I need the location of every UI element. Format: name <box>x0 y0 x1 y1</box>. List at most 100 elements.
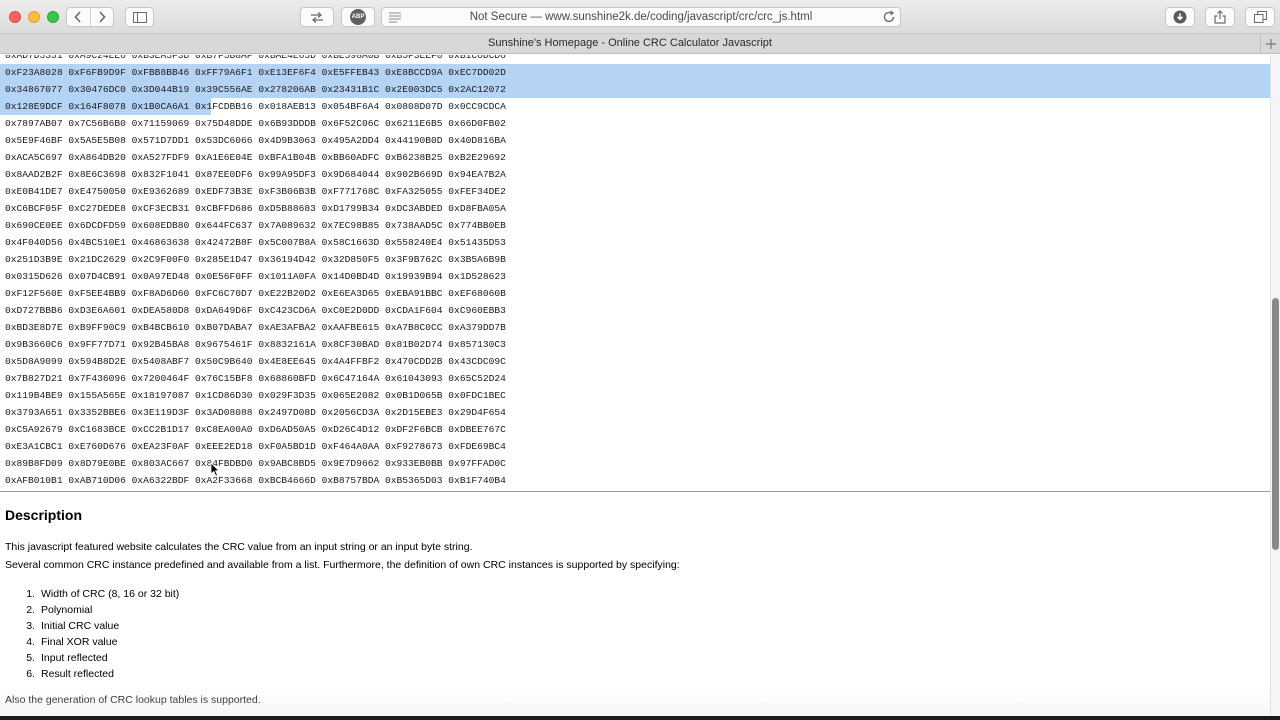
feature-list: 1. Width of CRC (8, 16 or 32 bit) 2. Polyn… <box>0 586 179 682</box>
plus-icon <box>1265 39 1276 49</box>
table-row-values: 0xE3A1CBC1 0xE760D676 0xEA23F0AF 0xEEE2E… <box>5 441 506 452</box>
table-row-values: 0x34867077 0x30476DC0 0x3D044B19 0x39C55… <box>5 84 506 95</box>
list-item: 5. Input reflected <box>0 650 179 666</box>
table-row: 0x7B827D21 0x7F436096 0x7200464F 0x76C15… <box>0 370 1270 387</box>
url-text: Not Secure — www.sunshine2k.de/coding/ja… <box>469 11 813 23</box>
table-row-values: 0xC5A92679 0xC1683BCE 0xCC2B1D17 0xC8EA0… <box>5 424 506 435</box>
table-row-values: 0x0315D626 0x07D4CB91 0x0A97ED48 0x0E56F… <box>5 271 506 282</box>
minimize-window-button[interactable] <box>28 11 40 23</box>
list-number: 2. <box>26 604 35 616</box>
list-number: 6. <box>26 668 35 680</box>
tab-bar: Sunshine's Homepage - Online CRC Calcula… <box>0 34 1280 54</box>
table-row: 0xC5A92679 0xC1683BCE 0xCC2B1D17 0xC8EA0… <box>0 421 1270 438</box>
back-button[interactable] <box>67 8 90 26</box>
reload-icon[interactable] <box>882 10 896 24</box>
table-row: 0x8AAD2B2F 0x8E6C3698 0x832F1041 0x87EE0… <box>0 166 1270 183</box>
tabs-icon <box>1253 11 1267 23</box>
maximize-window-button[interactable] <box>47 11 59 23</box>
address-bar[interactable]: Not Secure — www.sunshine2k.de/coding/ja… <box>381 7 901 27</box>
chevron-left-icon <box>74 11 82 23</box>
table-row-values: 0xBD3E8D7E 0xB9FF90C9 0xB4BCB610 0xB07DA… <box>5 322 506 333</box>
table-row-values: 0xF12F560E 0xF5EE4BB9 0xF8AD6D60 0xFC6C7… <box>5 288 506 299</box>
table-row: 0x128E9DCF 0x164F8078 0x1B0CA6A1 0x1FCDB… <box>0 98 1270 115</box>
tabs-overview-button[interactable] <box>1245 7 1275 27</box>
list-label: Result reflected <box>41 668 114 680</box>
share-icon <box>1214 10 1226 24</box>
forward-button[interactable] <box>89 8 113 26</box>
table-row-values: 0x7897AB07 0x7C56B6B0 0x71159069 0x75D48… <box>5 118 506 129</box>
description-paragraph: Also the generation of CRC lookup tables… <box>5 694 261 706</box>
table-row-values: 0x7B827D21 0x7F436096 0x7200464F 0x76C15… <box>5 373 506 384</box>
list-label: Polynomial <box>41 604 93 616</box>
table-row: 0xBD3E8D7E 0xB9FF90C9 0xB4BCB610 0xB07DA… <box>0 319 1270 336</box>
table-row-values: 0x89B8FD09 0x8D79E0BE 0x803AC667 0x84FBD… <box>5 458 506 469</box>
table-row-values: 0x8AAD2B2F 0x8E6C3698 0x832F1041 0x87EE0… <box>5 169 506 180</box>
browser-toolbar: ABP Not Secure — www.sunshine2k.de/codin… <box>0 0 1280 34</box>
list-item: 1. Width of CRC (8, 16 or 32 bit) <box>0 586 179 602</box>
new-tab-button[interactable] <box>1260 34 1280 54</box>
scrollbar-thumb[interactable] <box>1272 298 1279 550</box>
table-row: 0x5E9F46BF 0x5A5E5B08 0x571D7DD1 0x53DC6… <box>0 132 1270 149</box>
sidebar-button[interactable] <box>125 7 154 27</box>
share-button[interactable] <box>1205 7 1235 27</box>
horizontal-rule <box>0 491 1270 492</box>
table-row: 0xE0B41DE7 0xE4750050 0xE9362689 0xEDF73… <box>0 183 1270 200</box>
table-row-values: 0xF23A8028 0xF6FB9D9F 0xFBB8BB46 0xFF79A… <box>5 67 506 78</box>
arrows-icon <box>311 11 323 23</box>
table-row-values: 0x3793A651 0x3352BBE6 0x3E119D3F 0x3AD08… <box>5 407 506 418</box>
table-row: 0xF23A8028 0xF6FB9D9F 0xFBB8BB46 0xFF79A… <box>0 64 1270 81</box>
downloads-button[interactable] <box>1165 7 1195 27</box>
list-item: 2. Polynomial <box>0 602 179 618</box>
mouse-cursor-icon <box>210 462 220 477</box>
description-paragraph: This javascript featured website calcula… <box>5 541 473 553</box>
table-row: 0x4F040D56 0x4BC510E1 0x46863638 0x42472… <box>0 234 1270 251</box>
table-row: 0xAFB010B1 0xAB710D06 0xA6322BDF 0xA2F33… <box>0 472 1270 489</box>
table-row-values: 0x690CE0EE 0x6DCDFD59 0x608EDB80 0x644FC… <box>5 220 506 231</box>
close-window-button[interactable] <box>9 11 21 23</box>
download-icon <box>1173 10 1187 24</box>
table-row-values: 0xACA5C697 0xA864DB20 0xA527FDF9 0xA1E6E… <box>5 152 506 163</box>
table-row: 0x690CE0EE 0x6DCDFD59 0x608EDB80 0x644FC… <box>0 217 1270 234</box>
description-heading: Description <box>5 507 83 523</box>
table-row-values: 0xAD7D5351 0xA9C24EE6 0xB3EA5F3D 0xB7F5B… <box>5 55 506 61</box>
table-row-values: 0x119B4BE9 0x155A565E 0x18197087 0x1CD86… <box>5 390 506 401</box>
list-number: 4. <box>26 636 35 648</box>
list-item: 4. Final XOR value <box>0 634 179 650</box>
adblock-icon: ABP <box>350 9 366 25</box>
table-row: 0x7897AB07 0x7C56B6B0 0x71159069 0x75D48… <box>0 115 1270 132</box>
table-row-values: 0x5E9F46BF 0x5A5E5B08 0x571D7DD1 0x53DC6… <box>5 135 506 146</box>
description-paragraph: Several common CRC instance predefined a… <box>5 559 680 571</box>
table-row-values: 0x128E9DCF 0x164F8078 0x1B0CA6A1 0x1FCDB… <box>5 101 506 112</box>
table-row-values: 0x5D8A9099 0x594B8D2E 0x5408ABF7 0x50C9B… <box>5 356 506 367</box>
table-row: 0x251D3B9E 0x21DC2629 0x2C9F00F0 0x285E1… <box>0 251 1270 268</box>
table-row-values: 0xC6BCF05F 0xC27DEDE8 0xCF3ECB31 0xCBFFD… <box>5 203 506 214</box>
sidebar-icon <box>132 11 147 23</box>
table-row: 0x3793A651 0x3352BBE6 0x3E119D3F 0x3AD08… <box>0 404 1270 421</box>
list-number: 5. <box>26 652 35 664</box>
table-row: 0xAD7D5351 0xA9C24EE6 0xB3EA5F3D 0xB7F5B… <box>0 55 1270 64</box>
list-label: Input reflected <box>41 652 108 664</box>
table-row: 0x5D8A9099 0x594B8D2E 0x5408ABF7 0x50C9B… <box>0 353 1270 370</box>
list-label: Initial CRC value <box>41 620 120 632</box>
list-number: 1. <box>26 588 35 600</box>
table-row: 0x119B4BE9 0x155A565E 0x18197087 0x1CD86… <box>0 387 1270 404</box>
table-row-values: 0xAFB010B1 0xAB710D06 0xA6322BDF 0xA2F33… <box>5 475 506 486</box>
list-label: Final XOR value <box>41 636 118 648</box>
table-row-values: 0x9B3660C6 0x9FF77D71 0x92B45BA8 0x96754… <box>5 339 506 350</box>
table-row: 0xF12F560E 0xF5EE4BB9 0xF8AD6D60 0xFC6C7… <box>0 285 1270 302</box>
table-row-values: 0x251D3B9E 0x21DC2629 0x2C9F00F0 0x285E1… <box>5 254 506 265</box>
table-row: 0xE3A1CBC1 0xE760D676 0xEA23F0AF 0xEEE2E… <box>0 438 1270 455</box>
table-row: 0x34867077 0x30476DC0 0x3D044B19 0x39C55… <box>0 81 1270 98</box>
list-number: 3. <box>26 620 35 632</box>
tab-title[interactable]: Sunshine's Homepage - Online CRC Calcula… <box>0 37 1260 49</box>
crc-lookup-table: 0xAD7D5351 0xA9C24EE6 0xB3EA5F3D 0xB7F5B… <box>0 55 1270 489</box>
list-item: 3. Initial CRC value <box>0 618 179 634</box>
list-item: 6. Result reflected <box>0 666 179 682</box>
chevron-right-icon <box>99 11 106 23</box>
table-row: 0xD727BBB6 0xD3E6A601 0xDEA580D8 0xDA649… <box>0 302 1270 319</box>
table-row: 0x89B8FD09 0x8D79E0BE 0x803AC667 0x84FBD… <box>0 455 1270 472</box>
adblock-button[interactable]: ABP <box>341 7 375 27</box>
table-row: 0x0315D626 0x07D4CB91 0x0A97ED48 0x0E56F… <box>0 268 1270 285</box>
extension-button[interactable] <box>300 7 334 27</box>
table-row: 0x9B3660C6 0x9FF77D71 0x92B45BA8 0x96754… <box>0 336 1270 353</box>
